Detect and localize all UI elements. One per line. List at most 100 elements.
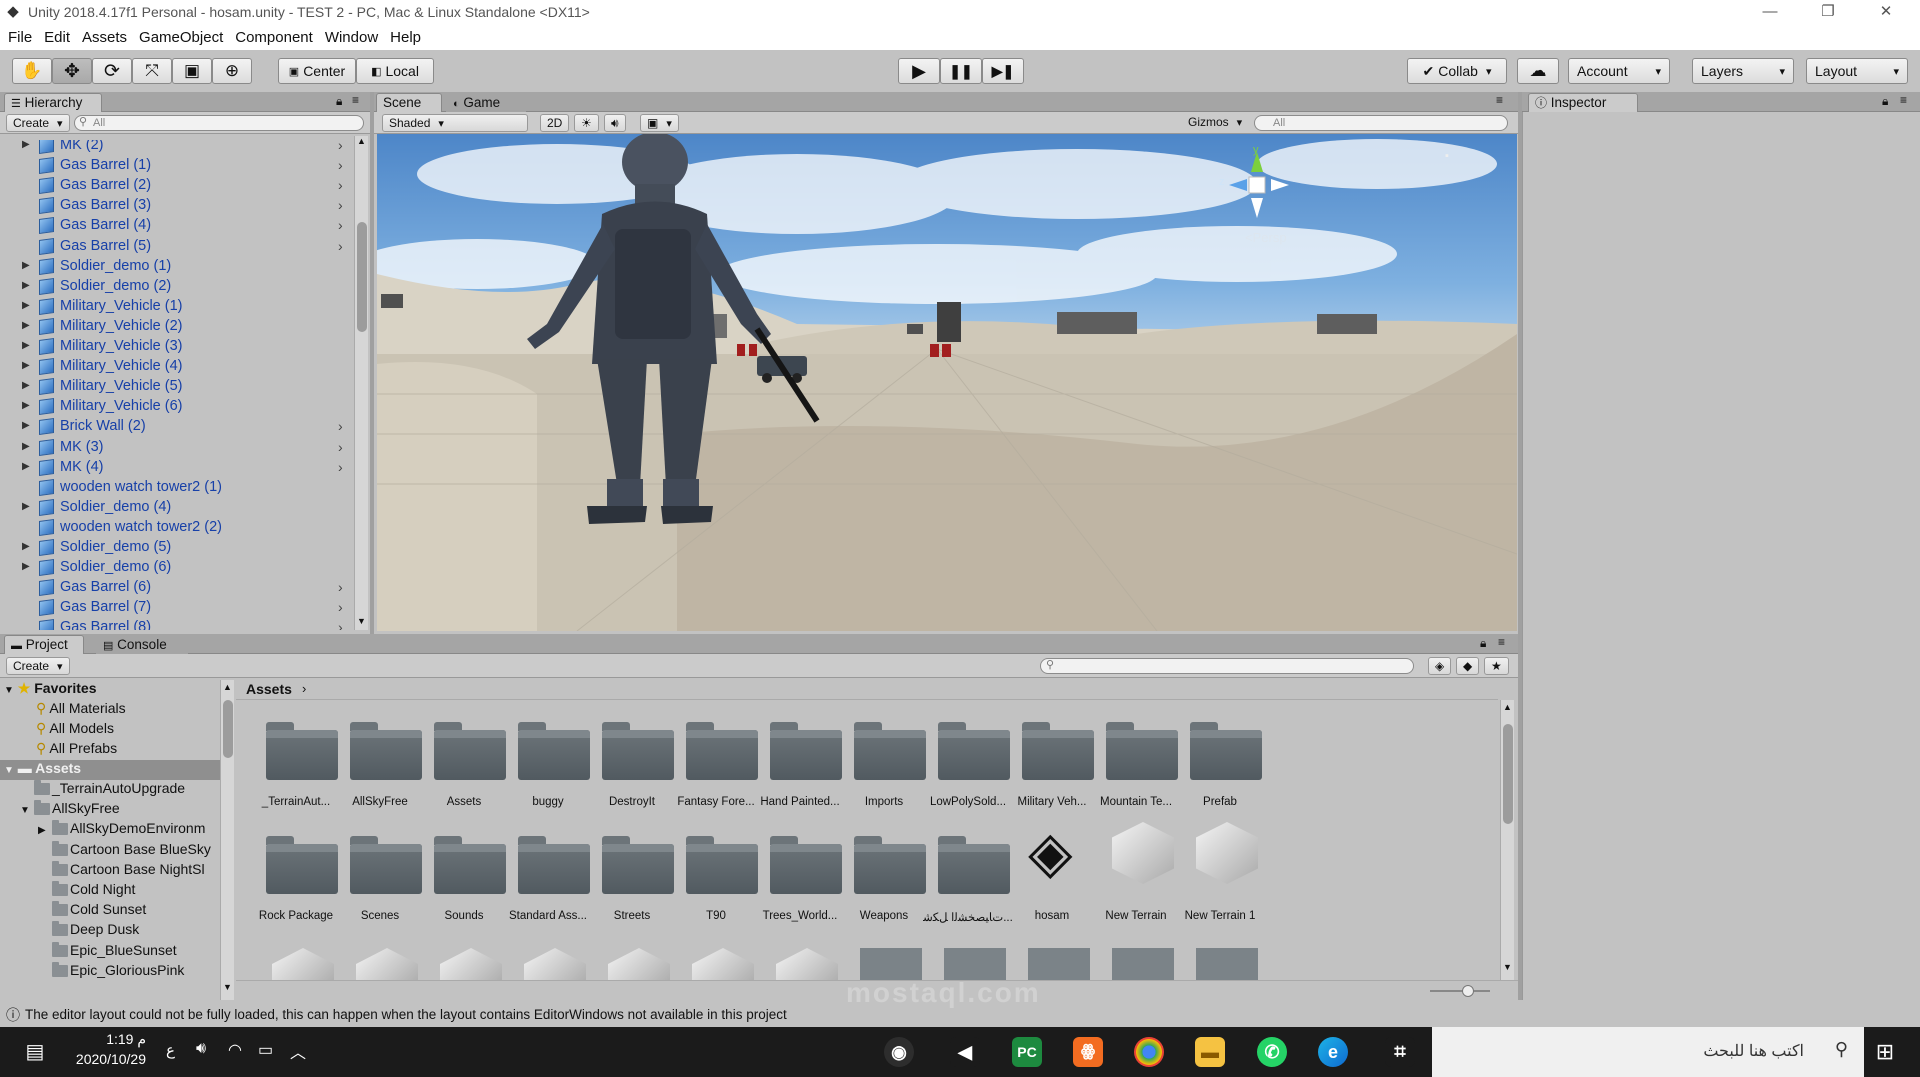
prefab-icon[interactable] [944, 948, 1006, 980]
tab-console[interactable]: ▤ Console [96, 635, 188, 654]
prefab-open-icon[interactable]: › [338, 619, 343, 630]
prefab-icon[interactable] [860, 948, 922, 980]
menu-file[interactable]: File [8, 29, 32, 46]
favorite-button[interactable]: ★ [1484, 657, 1509, 675]
hierarchy-item[interactable]: ▶ Brick Wall (2) › [0, 417, 350, 437]
hierarchy-create-button[interactable]: Create [6, 114, 70, 132]
expand-arrow-icon[interactable]: ▶ [22, 420, 30, 431]
hierarchy-item[interactable]: Gas Barrel (6) › [0, 578, 350, 598]
hierarchy-item[interactable]: ▶ Soldier_demo (6) [0, 558, 350, 578]
layout-dropdown[interactable]: Layout [1806, 58, 1908, 84]
icon-size-slider-knob[interactable] [1462, 985, 1474, 997]
favorites-header[interactable]: ▼ ★ Favorites [4, 680, 97, 700]
tree-scroll-thumb[interactable] [223, 700, 233, 758]
hierarchy-item[interactable]: ▶ MK (3) › [0, 438, 350, 458]
effects-dropdown[interactable]: ▣ [640, 114, 679, 132]
panel-menu-icon[interactable]: ≡ [1498, 635, 1505, 649]
scroll-down-icon[interactable]: ▼ [223, 982, 232, 992]
scroll-up-icon[interactable]: ▲ [223, 682, 232, 692]
asset-folder[interactable]: Prefab [1160, 704, 1262, 814]
hierarchy-item[interactable]: Gas Barrel (4) › [0, 216, 350, 236]
scroll-up-icon[interactable]: ▲ [357, 136, 366, 146]
prefab-open-icon[interactable]: › [338, 197, 343, 213]
scroll-down-icon[interactable]: ▼ [357, 616, 366, 626]
menu-gameobject[interactable]: GameObject [139, 29, 223, 46]
xbox-app-icon[interactable]: ◉ [884, 1037, 914, 1067]
edge-icon[interactable]: e [1318, 1037, 1348, 1067]
expand-arrow-icon[interactable]: ▶ [22, 300, 30, 311]
project-search-input[interactable] [1040, 658, 1414, 674]
orientation-gizmo[interactable]: y z [1213, 144, 1303, 226]
hierarchy-item[interactable]: ▶ MK (4) › [0, 458, 350, 478]
lighting-toggle[interactable]: ☀ [574, 114, 599, 132]
menu-assets[interactable]: Assets [82, 29, 127, 46]
account-dropdown[interactable]: Account [1568, 58, 1670, 84]
menu-edit[interactable]: Edit [44, 29, 70, 46]
hierarchy-item[interactable]: Gas Barrel (2) › [0, 176, 350, 196]
splitter[interactable] [370, 92, 374, 634]
expand-arrow-icon[interactable]: ▶ [22, 400, 30, 411]
clock-date[interactable]: 2020/10/29 [66, 1051, 146, 1067]
scale-tool-button[interactable]: ⤧ [132, 58, 172, 84]
windows-start-icon[interactable]: ⊞ [1872, 1039, 1898, 1065]
panel-menu-icon[interactable]: ≡ [1496, 93, 1503, 107]
panel-menu-icon[interactable]: ≡ [1900, 93, 1907, 107]
task-view-icon[interactable]: ⌗ [1385, 1037, 1415, 1067]
terrain-icon[interactable] [356, 948, 418, 980]
hierarchy-item[interactable]: ▶ Military_Vehicle (2) [0, 317, 350, 337]
chrome-icon[interactable] [1134, 1037, 1164, 1067]
transform-tool-button[interactable]: ⊕ [212, 58, 252, 84]
hierarchy-item[interactable]: Gas Barrel (8) › [0, 618, 350, 630]
expand-arrow-icon[interactable]: ▶ [22, 260, 30, 271]
gizmos-dropdown[interactable]: Gizmos [1182, 114, 1248, 132]
hierarchy-scrollbar[interactable]: ▲ ▼ [354, 136, 368, 630]
xampp-icon[interactable]: ꙮ [1073, 1037, 1103, 1067]
volume-icon[interactable]: 🔊︎ [196, 1040, 206, 1058]
terrain-icon[interactable] [272, 948, 334, 980]
expand-arrow-icon[interactable]: ▶ [22, 320, 30, 331]
input-language[interactable]: ع [166, 1041, 175, 1059]
tab-hierarchy[interactable]: ☰ Hierarchy [4, 93, 102, 112]
expand-arrow-icon[interactable]: ▶ [22, 140, 30, 150]
pause-button[interactable]: ❚❚ [940, 58, 982, 84]
hierarchy-item[interactable]: ▶ Soldier_demo (1) [0, 257, 350, 277]
hierarchy-item[interactable]: ▶ Military_Vehicle (4) [0, 357, 350, 377]
expand-arrow-icon[interactable]: ▶ [22, 360, 30, 371]
filter-type-button[interactable]: ◈ [1428, 657, 1452, 675]
expand-arrow-icon[interactable]: ▶ [22, 340, 30, 351]
rotate-tool-button[interactable]: ⟳ [92, 58, 132, 84]
terrain-icon[interactable] [692, 948, 754, 980]
tab-scene[interactable]: Scene [376, 93, 442, 112]
battery-icon[interactable]: ▭ [258, 1040, 273, 1060]
terrain-icon[interactable] [440, 948, 502, 980]
grid-scroll-thumb[interactable] [1503, 724, 1513, 824]
rect-tool-button[interactable]: ▣ [172, 58, 212, 84]
hierarchy-search-input[interactable]: All [74, 115, 364, 131]
hierarchy-scroll-thumb[interactable] [357, 222, 367, 332]
hierarchy-item[interactable]: ▶ Soldier_demo (5) [0, 538, 350, 558]
prefab-icon[interactable] [1196, 948, 1258, 980]
splitter[interactable] [1518, 92, 1522, 1000]
tab-project[interactable]: ▬ Project [4, 635, 84, 654]
clock-time[interactable]: 1:19 م [66, 1031, 146, 1048]
notification-icon[interactable]: ▤ [22, 1039, 48, 1065]
hierarchy-item[interactable]: ▶ Soldier_demo (4) [0, 498, 350, 518]
hierarchy-item[interactable]: ▶ Military_Vehicle (3) [0, 337, 350, 357]
audio-toggle[interactable]: 🔊︎ [604, 114, 626, 132]
lock-icon[interactable]: 🔒︎ [1882, 94, 1888, 109]
prefab-icon[interactable] [1112, 948, 1174, 980]
shading-mode-dropdown[interactable]: Shaded [382, 114, 528, 132]
tree-folder-item[interactable]: Cartoon Base NightSl [38, 860, 205, 881]
hierarchy-item[interactable]: Gas Barrel (3) › [0, 196, 350, 216]
hand-tool-button[interactable]: ✋ [12, 58, 52, 84]
tree-folder-item[interactable]: Deep Dusk [38, 921, 139, 941]
prefab-open-icon[interactable]: › [338, 238, 343, 254]
tree-folder-item[interactable]: ▼ AllSkyFree [20, 800, 120, 820]
expand-arrow-icon[interactable]: ▶ [22, 561, 30, 572]
pivot-center-toggle[interactable]: ▣ Center [278, 58, 356, 84]
prefab-open-icon[interactable]: › [338, 418, 343, 434]
move-tool-button[interactable]: ✥ [52, 58, 92, 84]
prefab-open-icon[interactable]: › [338, 599, 343, 615]
expand-arrow-icon[interactable]: ▶ [22, 541, 30, 552]
step-button[interactable]: ▶❚ [982, 58, 1024, 84]
